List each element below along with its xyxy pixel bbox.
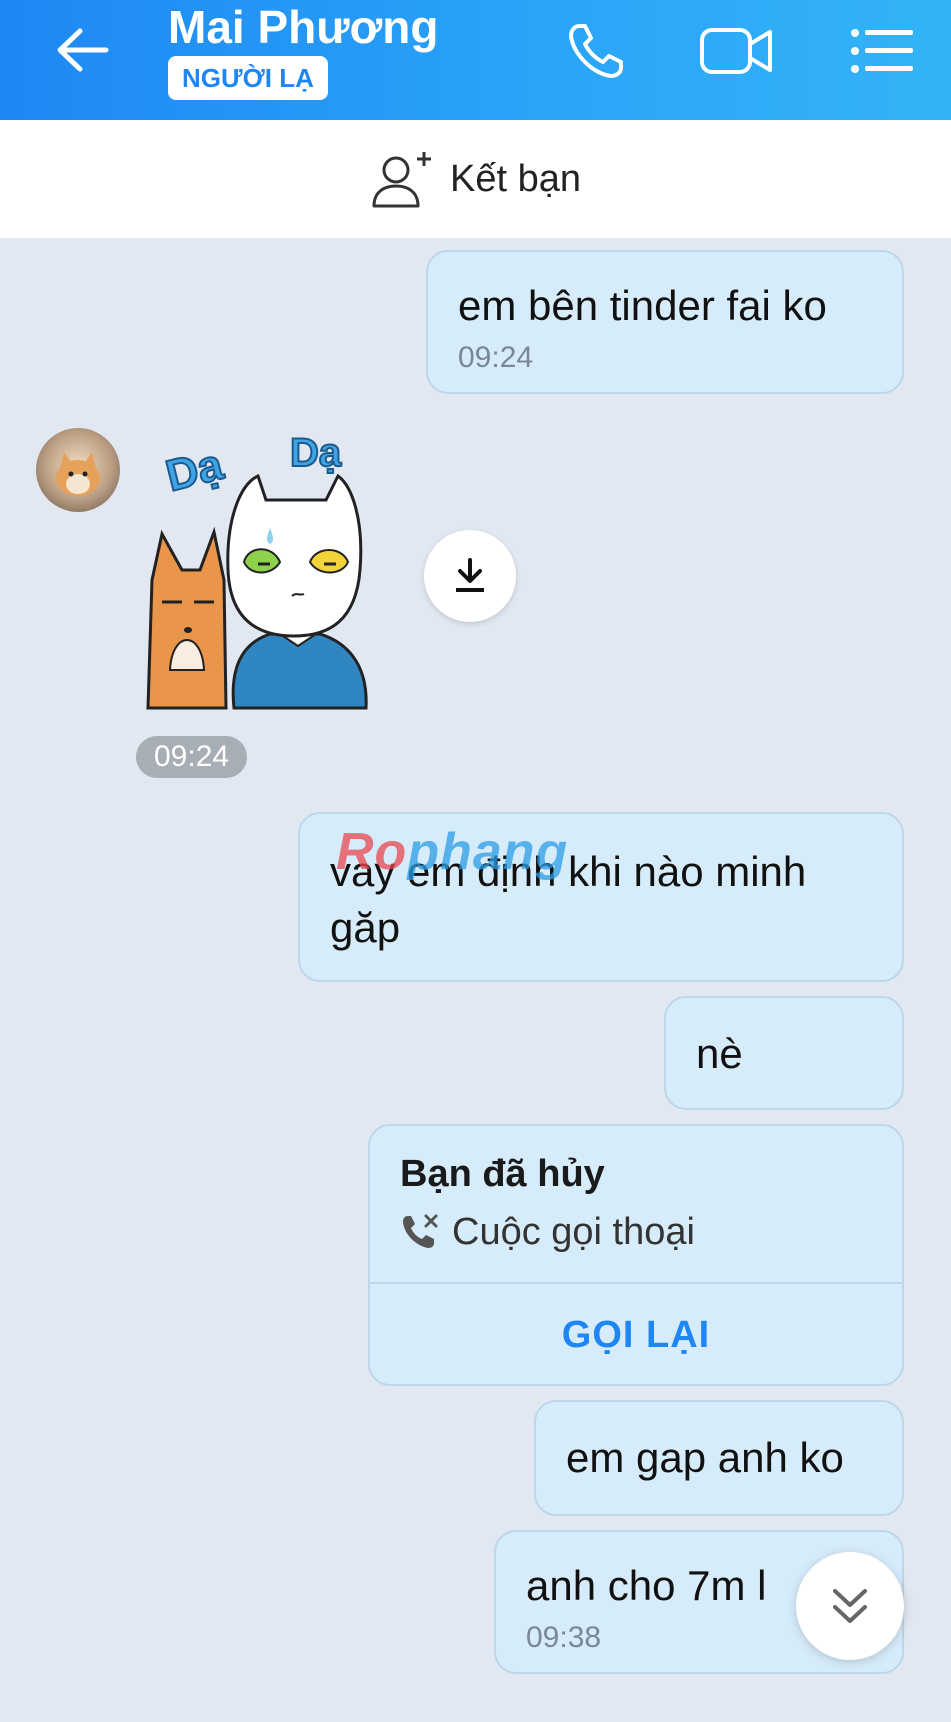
add-friend-bar: Kết bạn: [0, 120, 951, 238]
message-bubble[interactable]: em gap anh ko: [534, 1400, 904, 1516]
chat-screen: Mai Phương NGƯỜI LẠ Kết bạn em bên tinde…: [0, 0, 951, 1722]
video-call-icon: [700, 28, 772, 74]
missed-call-icon: [403, 1214, 438, 1248]
add-friend-button[interactable]: Kết bạn: [370, 148, 581, 210]
video-call-button[interactable]: [696, 20, 776, 82]
message-bubble[interactable]: em bên tinder fai ko 09:24: [426, 250, 904, 394]
watermark-logo: Rophang: [336, 822, 568, 882]
message-bubble[interactable]: nè: [664, 996, 904, 1110]
cat-photo: [56, 452, 100, 496]
download-icon: [456, 558, 484, 592]
sticker-text: Dạ: [290, 431, 342, 475]
add-person-icon: [372, 152, 431, 208]
download-sticker-button[interactable]: [424, 530, 516, 622]
message-text: em bên tinder fai ko: [458, 282, 827, 329]
scroll-to-bottom-button[interactable]: [796, 1552, 904, 1660]
back-button[interactable]: [52, 22, 112, 78]
contact-avatar[interactable]: [36, 428, 120, 512]
phone-icon: [569, 24, 623, 78]
chat-header: Mai Phương NGƯỜI LẠ: [0, 0, 951, 120]
call-type-label: Cuộc gọi thoại: [452, 1211, 695, 1253]
options-menu-button[interactable]: [842, 20, 922, 82]
call-status-title: Bạn đã hủy: [400, 1153, 605, 1195]
sticker-image[interactable]: Dạ Dạ: [140, 430, 410, 712]
back-arrow-icon: [57, 28, 109, 72]
message-text: nè: [696, 1030, 743, 1077]
message-time: 09:24: [136, 736, 248, 778]
message-time: 09:24: [458, 341, 534, 374]
menu-list-icon: [851, 29, 913, 73]
stranger-badge: NGƯỜI LẠ: [168, 56, 328, 100]
watermark-text: Ro: [336, 823, 408, 881]
contact-name[interactable]: Mai Phương: [168, 2, 438, 52]
message-text: em gap anh ko: [566, 1434, 844, 1481]
double-chevron-down-icon: [833, 1589, 867, 1623]
call-type: Cuộc gọi thoại: [400, 1210, 695, 1254]
call-log-card: Bạn đã hủy Cuộc gọi thoại GỌI LẠI: [368, 1124, 904, 1386]
watermark-text: phang: [407, 823, 569, 881]
call-back-button[interactable]: GỌI LẠI: [370, 1284, 902, 1384]
voice-call-button[interactable]: [556, 20, 636, 82]
add-friend-label: Kết bạn: [450, 158, 581, 200]
sticker-text: Dạ: [161, 440, 228, 501]
